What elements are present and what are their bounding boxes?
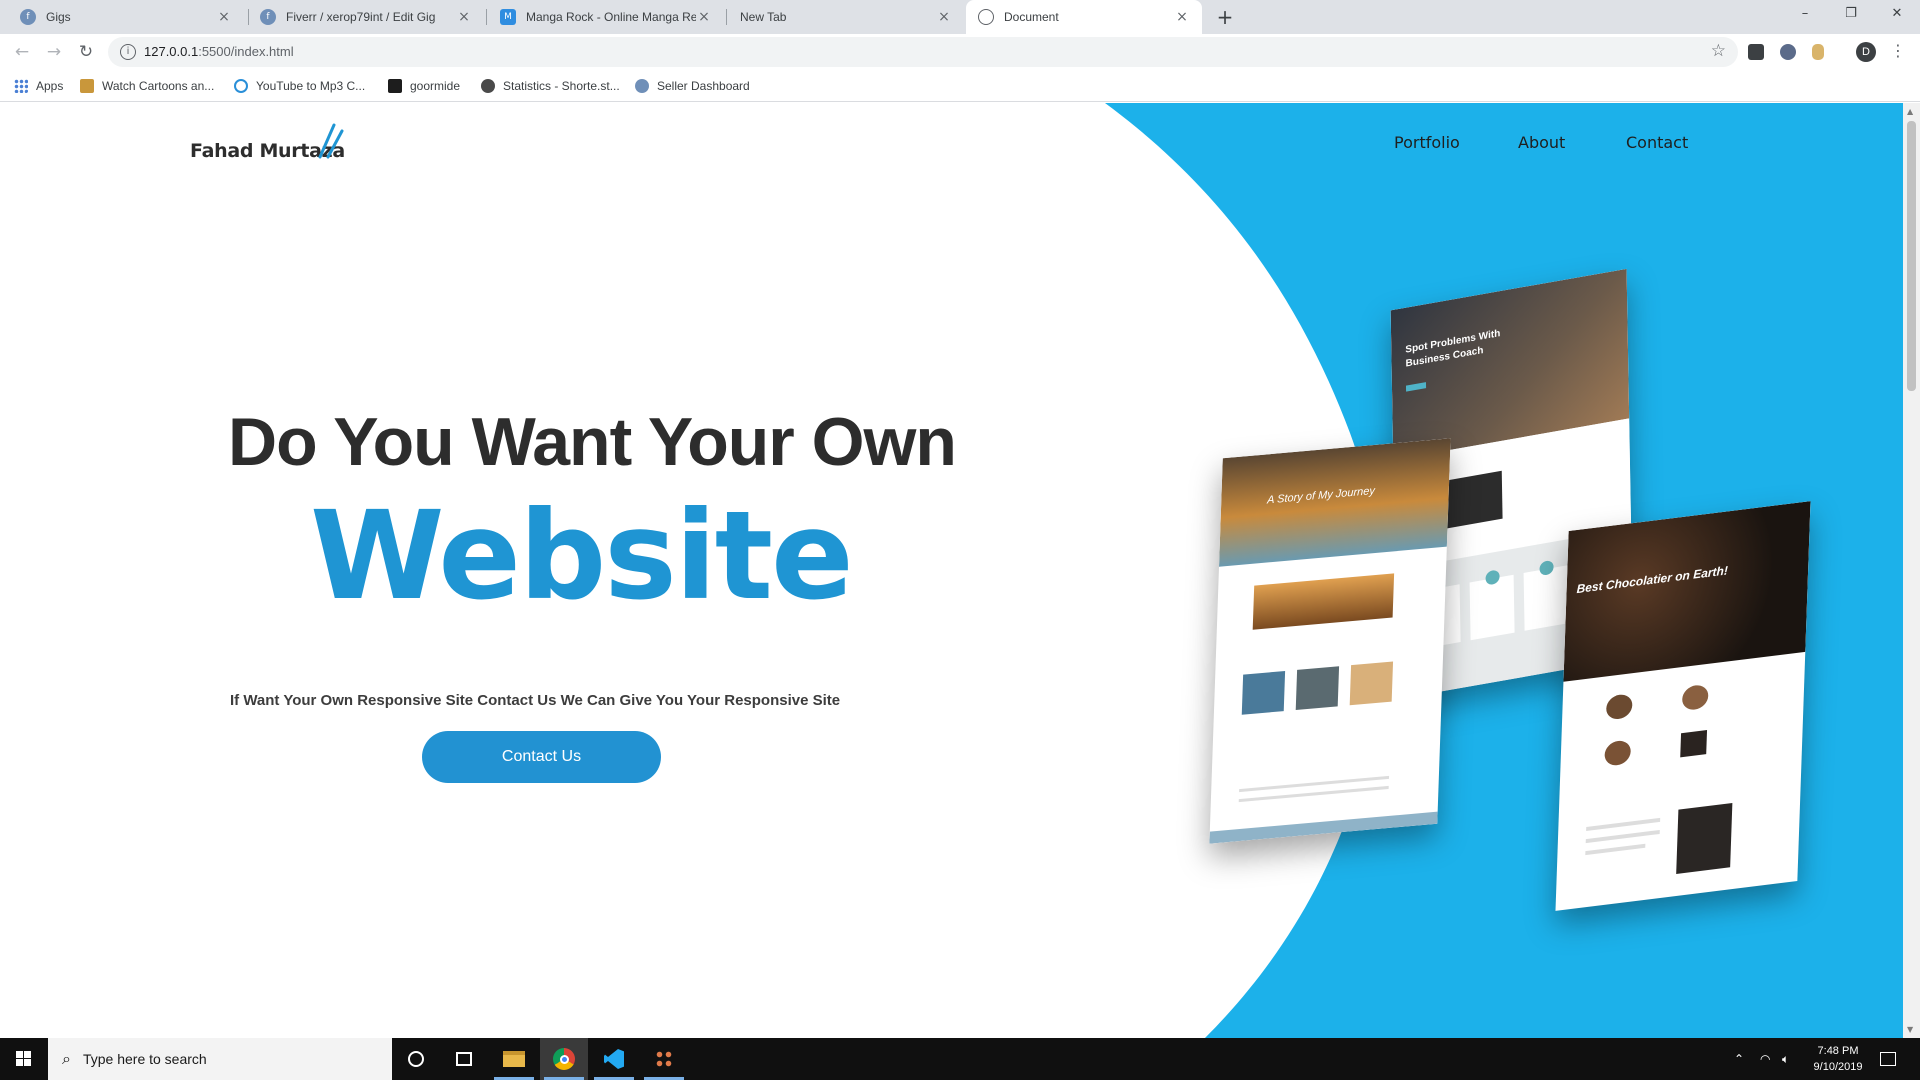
cortana-icon[interactable] [392, 1038, 440, 1080]
fiverr-favicon-icon: f [20, 9, 36, 25]
task-view-icon[interactable] [440, 1038, 488, 1080]
browser-toolbar: ← → ↻ i 127.0.0.1:5500/index.html ☆ D ⋮ [0, 34, 1920, 70]
mockup-chocolatier-site: Best Chocolatier on Earth! [1555, 501, 1811, 911]
close-window-icon[interactable]: ✕ [1874, 0, 1920, 30]
clock-time: 7:48 PM [1817, 1045, 1859, 1057]
apps-grid-icon [14, 79, 28, 93]
mockup-journey-site: A Story of My Journey [1209, 438, 1451, 844]
chrome-taskbar-icon[interactable] [540, 1038, 588, 1080]
globe-favicon-icon [978, 9, 994, 25]
close-tab-icon[interactable]: × [696, 9, 712, 25]
scroll-up-arrow-icon[interactable]: ▲ [1907, 107, 1913, 116]
hero-headline: Do You Want Your Own [228, 404, 957, 480]
bookmark-watch-cartoons[interactable]: Watch Cartoons an... [80, 76, 214, 96]
reload-icon[interactable]: ↻ [74, 41, 98, 63]
search-icon: ⌕ [62, 1049, 71, 1068]
fiverr-favicon-icon: f [260, 9, 276, 25]
bookmark-label: Seller Dashboard [657, 79, 750, 93]
cartoon-icon [80, 79, 94, 93]
tab-title: Manga Rock - Online Manga Rea [526, 10, 696, 24]
mockup-coach-title: Spot Problems With Business Coach [1405, 328, 1501, 370]
mockup-chocolatier-title: Best Chocolatier on Earth! [1576, 563, 1729, 597]
vscode-icon[interactable] [590, 1038, 638, 1080]
show-hidden-icons-chevron-icon[interactable]: ⌃ [1734, 1038, 1744, 1080]
restore-window-icon[interactable]: ❐ [1828, 0, 1874, 30]
search-placeholder: Type here to search [82, 1051, 207, 1067]
bookmark-label: YouTube to Mp3 C... [256, 79, 366, 93]
bookmark-label: Apps [36, 79, 64, 93]
tab-new-tab[interactable]: New Tab × [728, 0, 964, 34]
nav-portfolio[interactable]: Portfolio [1394, 133, 1460, 152]
bookmark-youtube-mp3[interactable]: YouTube to Mp3 C... [234, 76, 365, 96]
bookmark-apps[interactable]: Apps [14, 76, 63, 96]
windows-logo-icon [16, 1051, 31, 1066]
address-bar[interactable]: i 127.0.0.1:5500/index.html ☆ [108, 37, 1738, 67]
tab-document[interactable]: Document × [966, 0, 1202, 34]
extension-jar-icon[interactable] [1812, 44, 1824, 60]
extension-cube-icon[interactable] [1780, 44, 1796, 60]
terminal-icon [388, 79, 402, 93]
page-viewport: Fahad Murtaza Portfolio About Contact Do… [0, 103, 1903, 1038]
bookmarks-bar: Apps Watch Cartoons an... YouTube to Mp3… [0, 70, 1920, 102]
nav-contact[interactable]: Contact [1626, 133, 1688, 152]
tab-title: Fiverr / xerop79int / Edit Gig [286, 10, 436, 24]
page-scrollbar[interactable]: ▲ ▼ [1903, 103, 1920, 1038]
download-icon [234, 79, 248, 93]
extension-m-icon[interactable] [1748, 44, 1764, 60]
address-url[interactable]: 127.0.0.1:5500/index.html [144, 44, 294, 59]
bookmark-goormide[interactable]: goormide [388, 76, 460, 96]
app-dots-icon[interactable] [640, 1038, 688, 1080]
scrollbar-thumb[interactable] [1907, 121, 1916, 391]
forward-arrow-icon[interactable]: → [42, 41, 66, 63]
tab-fiverr-edit-gig[interactable]: f Fiverr / xerop79int / Edit Gig × [248, 0, 484, 34]
start-button[interactable] [0, 1038, 48, 1080]
stats-icon [481, 79, 495, 93]
tab-gigs[interactable]: f Gigs × [8, 0, 244, 34]
tab-title: Document [1004, 10, 1059, 24]
mockup-journey-title: A Story of My Journey [1266, 484, 1376, 507]
contact-us-button[interactable]: Contact Us [422, 731, 661, 783]
back-arrow-icon[interactable]: ← [10, 41, 34, 63]
clock-date: 9/10/2019 [1813, 1061, 1863, 1073]
taskbar-search-box[interactable]: ⌕ Type here to search [48, 1038, 392, 1080]
tab-strip: f Gigs × f Fiverr / xerop79int / Edit Gi… [0, 0, 1920, 34]
bookmark-seller-dashboard[interactable]: Seller Dashboard [635, 76, 750, 96]
taskbar-clock[interactable]: 7:48 PM 9/10/2019 [1808, 1043, 1868, 1075]
new-tab-button[interactable]: + [1213, 6, 1237, 30]
brand-slash-logo-icon [318, 123, 344, 159]
file-explorer-icon[interactable] [490, 1038, 538, 1080]
tab-manga-rock[interactable]: M Manga Rock - Online Manga Rea × [488, 0, 724, 34]
close-tab-icon[interactable]: × [1174, 9, 1190, 25]
close-tab-icon[interactable]: × [456, 9, 472, 25]
bookmark-label: Statistics - Shorte.st... [503, 79, 620, 93]
tab-title: Gigs [46, 10, 71, 24]
close-tab-icon[interactable]: × [936, 9, 952, 25]
scroll-down-arrow-icon[interactable]: ▼ [1907, 1025, 1913, 1034]
windows-taskbar: ⌕ Type here to search ⌃ ◠ 🔈︎ 7:48 PM 9/1… [0, 1038, 1920, 1080]
bookmark-label: goormide [410, 79, 461, 93]
close-tab-icon[interactable]: × [216, 9, 232, 25]
url-host: 127.0.0.1 [144, 44, 199, 59]
hero-subtitle: If Want Your Own Responsive Site Contact… [230, 692, 841, 709]
fiverr-icon [635, 79, 649, 93]
minimize-window-icon[interactable]: – [1782, 0, 1828, 30]
bookmark-star-icon[interactable]: ☆ [1711, 41, 1726, 61]
profile-avatar[interactable]: D [1856, 42, 1876, 62]
action-center-icon[interactable] [1880, 1038, 1896, 1080]
nav-about[interactable]: About [1518, 133, 1565, 152]
hero-headline-emphasis: Website [310, 485, 854, 627]
manga-rock-favicon-icon: M [500, 9, 516, 25]
site-info-icon[interactable]: i [120, 44, 136, 60]
wifi-icon[interactable]: ◠ [1760, 1038, 1770, 1080]
volume-icon[interactable]: 🔈︎ [1782, 1038, 1789, 1080]
tab-title: New Tab [740, 10, 787, 24]
bookmark-label: Watch Cartoons an... [102, 79, 215, 93]
browser-menu-icon[interactable]: ⋮ [1890, 41, 1906, 60]
bookmark-statistics[interactable]: Statistics - Shorte.st... [481, 76, 620, 96]
url-path: :5500/index.html [198, 44, 294, 59]
